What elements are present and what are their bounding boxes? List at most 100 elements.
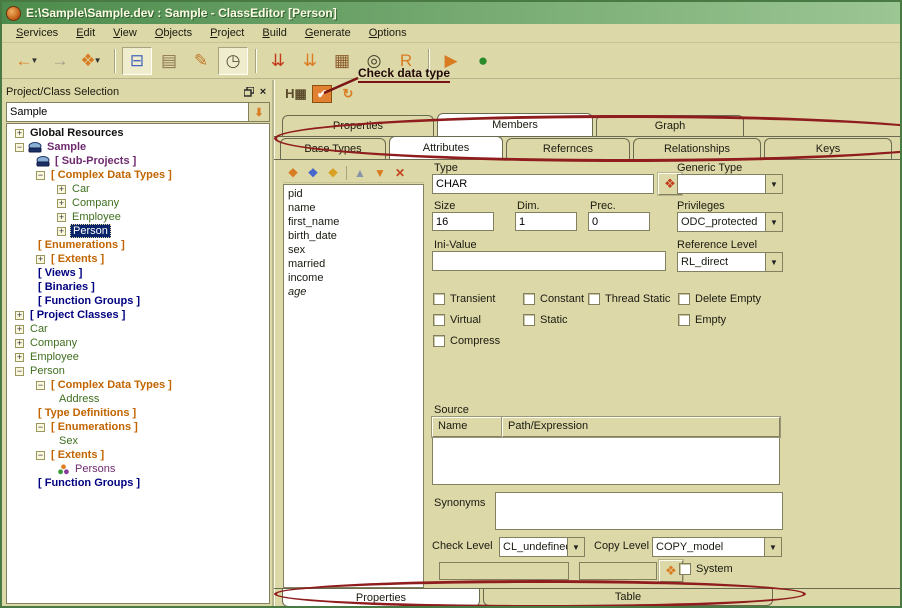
tree-item-enumerations[interactable]: −[ Enumerations ] [7, 420, 269, 434]
checkbox-box[interactable] [588, 293, 600, 305]
subtab-refernces[interactable]: Refernces [506, 138, 630, 159]
checkbox-box[interactable] [433, 293, 445, 305]
tab-graph[interactable]: Graph [596, 115, 744, 136]
dropdown-arrow-icon[interactable]: ▼ [94, 56, 102, 65]
tree-item-employee[interactable]: +Employee [7, 350, 269, 364]
expand-icon[interactable]: + [36, 255, 45, 264]
prec-input[interactable] [592, 216, 646, 228]
expand-icon[interactable]: + [15, 339, 24, 348]
chevron-down-icon[interactable]: ▼ [764, 538, 781, 556]
generic-type-select[interactable]: ▼ [677, 174, 783, 194]
subtab-keys[interactable]: Keys [764, 138, 892, 159]
copy-level-select[interactable]: COPY_model ▼ [652, 537, 782, 557]
tree-item-enumerations[interactable]: [ Enumerations ] [7, 238, 269, 252]
attribute-item-name[interactable]: name [288, 201, 419, 215]
tree-item-complex-data-types[interactable]: −[ Complex Data Types ] [7, 378, 269, 392]
monitor-button[interactable]: ◷ [218, 47, 248, 75]
move-up-button[interactable]: ▲ [350, 164, 370, 182]
tab-properties[interactable]: Properties [282, 115, 434, 136]
checkbox-box[interactable] [433, 314, 445, 326]
attribute-item-married[interactable]: married [288, 257, 419, 271]
attribute-item-age[interactable]: age [288, 285, 419, 299]
tree-item-person[interactable]: +Person [7, 224, 269, 238]
collapse-icon[interactable]: − [36, 171, 45, 180]
tree-item-persons[interactable]: Persons [7, 462, 269, 476]
expand-icon[interactable]: + [15, 353, 24, 362]
collapse-icon[interactable]: − [36, 381, 45, 390]
check-level-select[interactable]: CL_undefined ▼ [499, 537, 585, 557]
tree-item-binaries[interactable]: [ Binaries ] [7, 280, 269, 294]
attribute-item-pid[interactable]: pid [288, 187, 419, 201]
size-input[interactable] [436, 216, 490, 228]
menu-item-options[interactable]: Options [361, 25, 415, 41]
ini-value-input[interactable] [436, 255, 662, 267]
tree-item-sub-projects[interactable]: [ Sub-Projects ] [7, 154, 269, 168]
forward-button[interactable]: → [45, 47, 75, 75]
tree-item-company[interactable]: +Company [7, 196, 269, 210]
tree-item-complex-data-types[interactable]: −[ Complex Data Types ] [7, 168, 269, 182]
class-tree-button[interactable]: ⊟ [122, 47, 152, 75]
subtab-relationships[interactable]: Relationships [633, 138, 761, 159]
tree-item-project-classes[interactable]: +[ Project Classes ] [7, 308, 269, 322]
import-button[interactable]: ⇊ [263, 47, 293, 75]
tab-members[interactable]: Members [437, 113, 593, 136]
static-checkbox[interactable]: Static [523, 314, 568, 326]
tree-item-type-definitions[interactable]: [ Type Definitions ] [7, 406, 269, 420]
type-input[interactable] [436, 178, 650, 190]
empty-checkbox[interactable]: Empty [678, 314, 726, 326]
chevron-down-icon[interactable]: ▼ [765, 253, 782, 271]
tree-item-employee[interactable]: +Employee [7, 210, 269, 224]
editor-button[interactable]: ✎ [186, 47, 216, 75]
menu-item-build[interactable]: Build [254, 25, 294, 41]
compile-button[interactable]: ▦ [327, 47, 357, 75]
checkbox-box[interactable] [679, 563, 691, 575]
revert-button[interactable]: ↻ [336, 83, 360, 105]
subtab-attributes[interactable]: Attributes [389, 136, 503, 159]
tree-item-extents[interactable]: +[ Extents ] [7, 252, 269, 266]
delete-attribute-button[interactable]: ✕ [390, 164, 410, 182]
expand-icon[interactable]: + [57, 213, 66, 222]
close-panel-icon[interactable]: × [256, 85, 270, 98]
export-button[interactable]: ⇊ [295, 47, 325, 75]
collapse-icon[interactable]: − [15, 143, 24, 152]
menu-item-edit[interactable]: Edit [68, 25, 103, 41]
attribute-item-income[interactable]: income [288, 271, 419, 285]
expand-icon[interactable]: + [57, 227, 66, 236]
chevron-down-icon[interactable]: ▼ [567, 538, 584, 556]
attribute-item-birth-date[interactable]: birth_date [288, 229, 419, 243]
constant-checkbox[interactable]: Constant [523, 293, 584, 305]
tree-item-address[interactable]: Address [7, 392, 269, 406]
float-panel-icon[interactable] [242, 85, 256, 98]
source-table-body[interactable] [432, 437, 780, 485]
collapse-icon[interactable]: − [15, 367, 24, 376]
header-generate-button[interactable]: H▦ [284, 83, 308, 105]
tree-item-car[interactable]: +Car [7, 182, 269, 196]
expand-icon[interactable]: + [15, 129, 24, 138]
system-checkbox[interactable]: System [679, 563, 733, 575]
checkbox-box[interactable] [523, 314, 535, 326]
add-base-attribute-button[interactable]: ❖ [303, 164, 323, 182]
thread-static-checkbox[interactable]: Thread Static [588, 293, 670, 305]
checkbox-box[interactable] [678, 293, 690, 305]
menu-item-project[interactable]: Project [202, 25, 252, 41]
bottomtab-properties[interactable]: Properties [282, 589, 480, 607]
chevron-down-icon[interactable]: ▼ [765, 175, 782, 193]
tree-item-views[interactable]: [ Views ] [7, 266, 269, 280]
synonyms-field[interactable] [495, 492, 783, 530]
subtab-base-types[interactable]: Base Types [280, 138, 386, 159]
object-browser-button[interactable]: ❖▼ [77, 47, 107, 75]
source-col-name[interactable]: Name [432, 417, 502, 437]
attribute-item-sex[interactable]: sex [288, 243, 419, 257]
back-button[interactable]: ←▼ [13, 47, 43, 75]
privileges-select[interactable]: ODC_protected ▼ [677, 212, 783, 232]
menu-item-objects[interactable]: Objects [147, 25, 200, 41]
move-down-button[interactable]: ▼ [370, 164, 390, 182]
attribute-item-first-name[interactable]: first_name [288, 215, 419, 229]
reference-level-select[interactable]: RL_direct ▼ [677, 252, 783, 272]
chevron-down-icon[interactable]: ▼ [765, 213, 782, 231]
virtual-checkbox[interactable]: Virtual [433, 314, 481, 326]
check-datatype-button[interactable]: ✔ [312, 85, 332, 103]
compress-checkbox[interactable]: Compress [433, 335, 500, 347]
menu-item-view[interactable]: View [105, 25, 145, 41]
tree-item-sample[interactable]: −Sample [7, 140, 269, 154]
